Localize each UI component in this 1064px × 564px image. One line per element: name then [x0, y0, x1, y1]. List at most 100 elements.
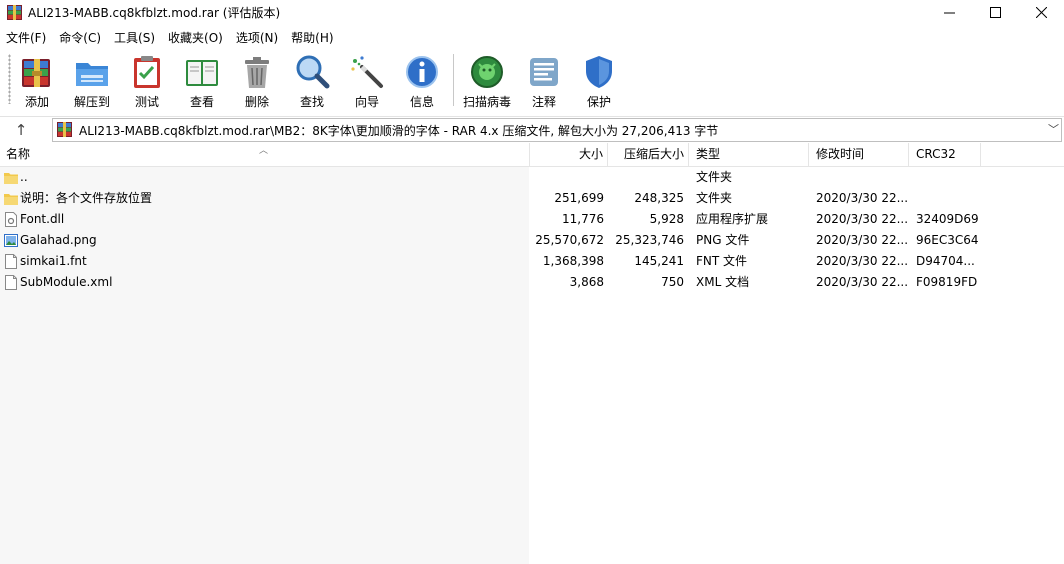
- file-type: FNT 文件: [696, 254, 748, 268]
- file-list: 名称 ︿ 大小 压缩后大小 类型 修改时间 CRC32 .. 文件夹 说明：各个…: [0, 143, 1064, 564]
- file-size: 3,868: [569, 275, 604, 289]
- header-type[interactable]: 类型: [689, 143, 809, 166]
- title-bar: ALI213-MABB.cq8kfblzt.mod.rar (评估版本): [0, 0, 1064, 25]
- folder-icon: [4, 173, 18, 184]
- header-crc-label: CRC32: [916, 147, 956, 161]
- info-label: 信息: [409, 95, 434, 109]
- info-button[interactable]: 信息: [394, 51, 450, 111]
- table-row[interactable]: simkai1.fnt 1,368,398 145,241 FNT 文件 202…: [0, 251, 1064, 272]
- view-label: 查看: [189, 95, 214, 109]
- header-packed[interactable]: 压缩后大小: [608, 143, 689, 166]
- menu-commands[interactable]: 命令(C): [53, 27, 108, 47]
- file-rows: .. 文件夹 说明：各个文件存放位置 251,699 248,325 文件夹 2…: [0, 167, 1064, 293]
- scan-virus-label: 扫描病毒: [462, 95, 511, 109]
- file-type: XML 文档: [696, 275, 750, 289]
- address-path: ALI213-MABB.cq8kfblzt.mod.rar\MB2：8K字体\更…: [79, 124, 719, 138]
- header-size-label: 大小: [578, 147, 603, 161]
- header-type-label: 类型: [696, 147, 721, 161]
- wizard-button[interactable]: 向导: [339, 51, 395, 111]
- find-button[interactable]: 查找: [284, 51, 340, 111]
- file-modified: 2020/3/30 22...: [816, 191, 908, 205]
- up-folder-button[interactable]: ↑: [10, 119, 32, 141]
- test-clipboard-icon: [134, 56, 160, 88]
- magnifier-icon: [296, 55, 330, 89]
- table-row[interactable]: .. 文件夹: [0, 167, 1064, 188]
- view-button[interactable]: 查看: [174, 51, 230, 111]
- file-type: 文件夹: [696, 191, 733, 205]
- file-name: ..: [20, 170, 28, 184]
- file-name: Galahad.png: [20, 233, 97, 247]
- file-name: Font.dll: [20, 212, 65, 226]
- menu-file[interactable]: 文件(F): [0, 27, 53, 47]
- comment-button[interactable]: 注释: [516, 51, 572, 111]
- file-name: SubModule.xml: [20, 275, 113, 289]
- menu-tools[interactable]: 工具(S): [108, 27, 162, 47]
- file-crc: F09819FD: [916, 275, 978, 289]
- table-row[interactable]: 说明：各个文件存放位置 251,699 248,325 文件夹 2020/3/3…: [0, 188, 1064, 209]
- file-icon: [5, 275, 17, 290]
- column-header: 名称 ︿ 大小 压缩后大小 类型 修改时间 CRC32: [0, 143, 1064, 167]
- trash-icon: [245, 57, 269, 88]
- toolbar: 添加 解压到 测试 查看 删除 查找 向导 信息 扫描病毒 注释 保护: [0, 48, 1064, 114]
- window-title: ALI213-MABB.cq8kfblzt.mod.rar (评估版本): [28, 6, 281, 20]
- comment-icon: [530, 58, 558, 86]
- table-row[interactable]: SubModule.xml 3,868 750 XML 文档 2020/3/30…: [0, 272, 1064, 293]
- view-book-icon: [186, 60, 218, 86]
- add-archive-icon: [22, 59, 50, 87]
- info-icon: [406, 56, 438, 88]
- close-icon: [1035, 7, 1047, 18]
- test-button[interactable]: 测试: [119, 51, 175, 111]
- file-size: 25,570,672: [535, 233, 604, 247]
- file-packed-size: 145,241: [634, 254, 684, 268]
- header-crc[interactable]: CRC32: [909, 143, 981, 166]
- extract-folder-icon: [76, 63, 108, 86]
- scan-virus-button[interactable]: 扫描病毒: [459, 51, 515, 111]
- sort-up-icon: ︿: [259, 146, 269, 156]
- protect-button[interactable]: 保护: [571, 51, 627, 111]
- delete-label: 删除: [244, 95, 269, 109]
- dll-file-icon: [5, 212, 17, 227]
- file-type: PNG 文件: [696, 233, 750, 247]
- menu-options[interactable]: 选项(N): [230, 27, 285, 47]
- header-modified-label: 修改时间: [816, 147, 865, 161]
- header-modified[interactable]: 修改时间: [809, 143, 909, 166]
- menu-favorites[interactable]: 收藏夹(O): [162, 27, 230, 47]
- menu-bar: 文件(F) 命令(C) 工具(S) 收藏夹(O) 选项(N) 帮助(H): [0, 27, 1064, 47]
- extract-to-label: 解压到: [73, 95, 110, 109]
- file-type: 应用程序扩展: [696, 212, 769, 226]
- header-size[interactable]: 大小: [530, 143, 608, 166]
- extract-to-button[interactable]: 解压到: [64, 51, 120, 111]
- delete-button[interactable]: 删除: [229, 51, 285, 111]
- file-packed-size: 25,323,746: [615, 233, 684, 247]
- file-modified: 2020/3/30 22...: [816, 254, 908, 268]
- minimize-icon: [943, 12, 955, 14]
- add-button[interactable]: 添加: [9, 51, 65, 111]
- file-size: [532, 167, 604, 188]
- file-packed-size: 5,928: [649, 212, 684, 226]
- test-label: 测试: [134, 95, 159, 109]
- file-modified: 2020/3/30 22...: [816, 275, 908, 289]
- file-modified: 2020/3/30 22...: [816, 212, 908, 226]
- maximize-button[interactable]: [972, 0, 1018, 25]
- header-name[interactable]: 名称 ︿: [0, 143, 530, 166]
- table-row[interactable]: Font.dll 11,776 5,928 应用程序扩展 2020/3/30 2…: [0, 209, 1064, 230]
- file-crc: [916, 188, 986, 209]
- close-button[interactable]: [1018, 0, 1064, 25]
- file-size: 1,368,398: [542, 254, 604, 268]
- image-file-icon: [4, 234, 18, 247]
- toolbar-separator: [453, 54, 454, 106]
- minimize-button[interactable]: [926, 0, 972, 25]
- file-name: simkai1.fnt: [20, 254, 87, 268]
- file-crc: [916, 167, 986, 188]
- file-crc: 96EC3C64: [916, 233, 979, 247]
- table-row[interactable]: Galahad.png 25,570,672 25,323,746 PNG 文件…: [0, 230, 1064, 251]
- address-field[interactable]: ALI213-MABB.cq8kfblzt.mod.rar\MB2：8K字体\更…: [52, 118, 1062, 142]
- wizard-wand-icon: [351, 56, 383, 88]
- chevron-down-icon[interactable]: ﹀: [1048, 121, 1059, 137]
- header-packed-label: 压缩后大小: [623, 147, 684, 161]
- menu-help[interactable]: 帮助(H): [285, 27, 340, 47]
- wizard-label: 向导: [354, 95, 379, 109]
- virus-scan-icon: [471, 56, 503, 88]
- find-label: 查找: [299, 95, 324, 109]
- file-icon: [5, 254, 17, 269]
